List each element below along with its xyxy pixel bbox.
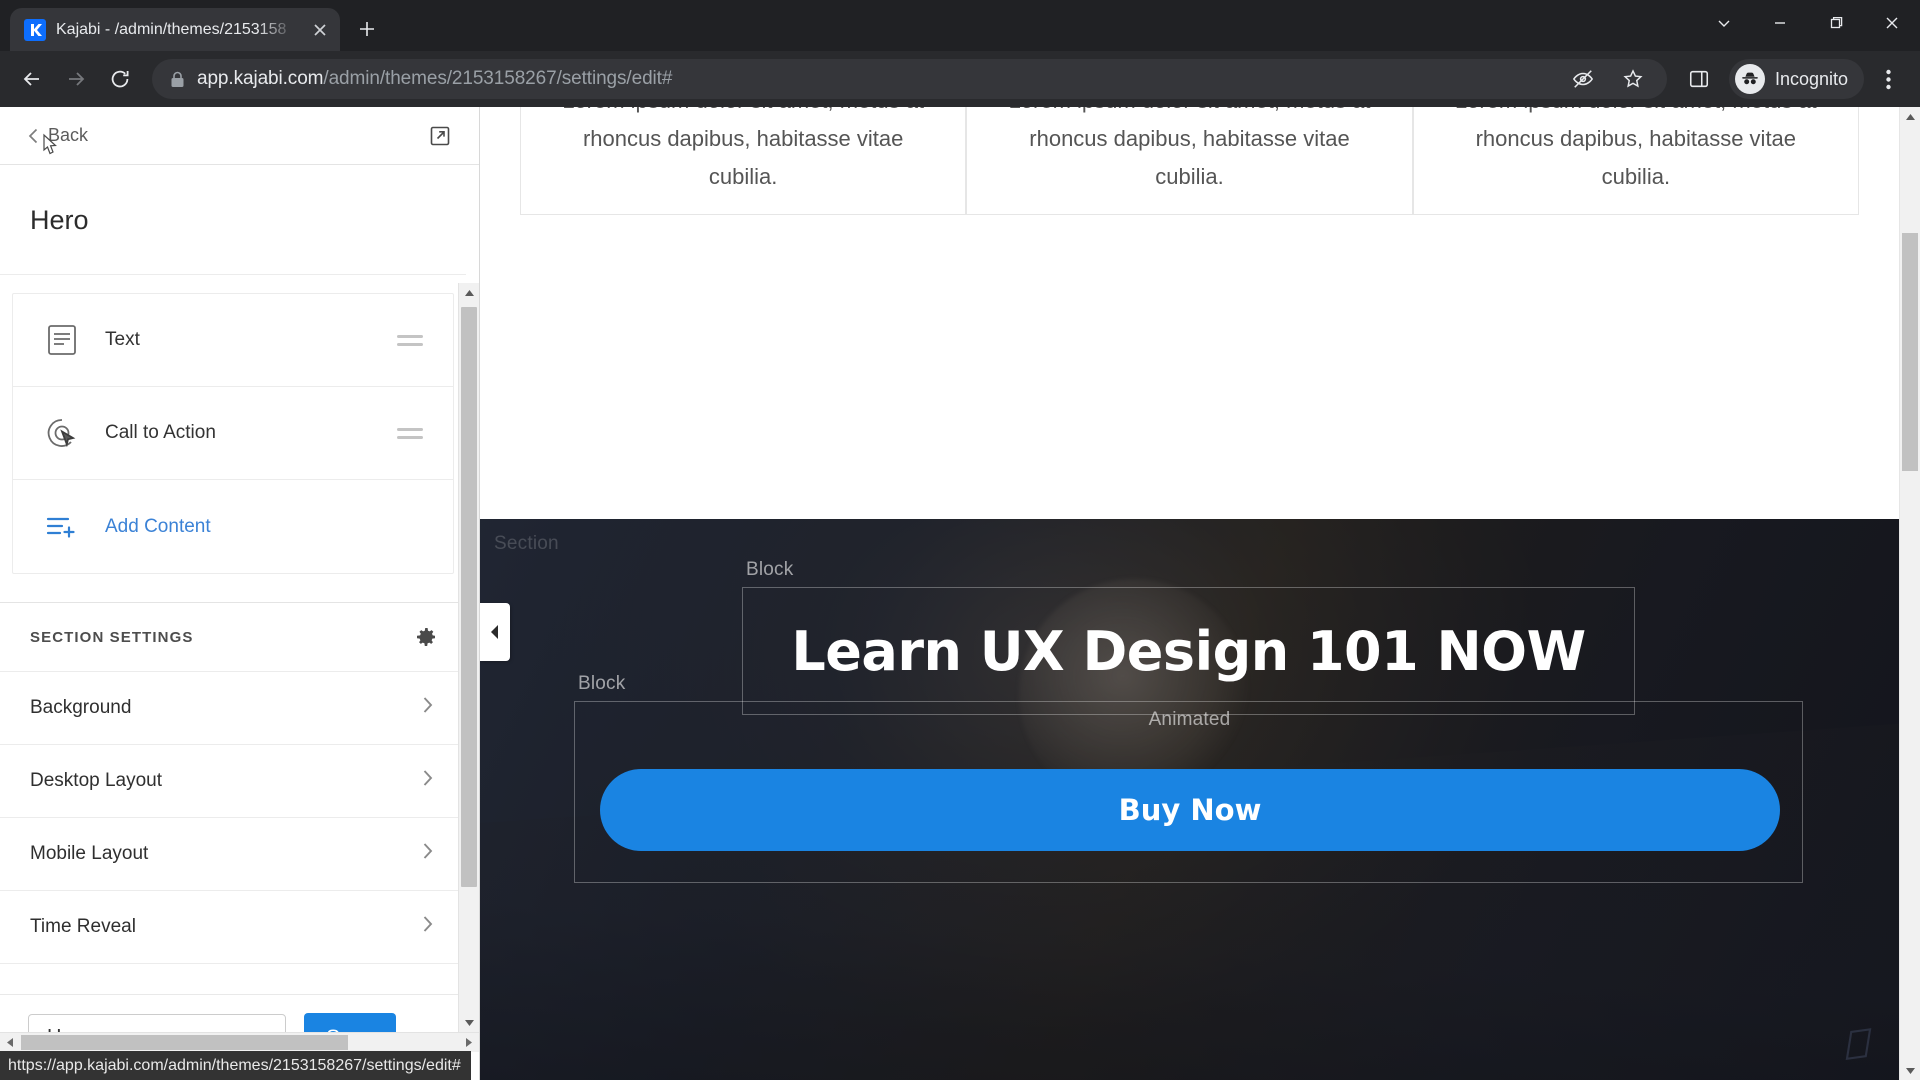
chevron-down-icon[interactable] <box>1696 0 1752 46</box>
theme-editor-panel: Back Hero Text Call to Action Add Conten… <box>0 107 480 1080</box>
lorem-card: Lorem ipsum dolor sit amet, metus at rho… <box>1412 107 1859 215</box>
hero-headline: Learn UX Design 101 NOW <box>791 619 1586 683</box>
scroll-up-arrow-icon[interactable] <box>1900 107 1920 126</box>
browser-window: Kajabi - /admin/themes/2153158 app.kajab… <box>0 0 1920 1080</box>
content-item-label: Call to Action <box>105 422 216 443</box>
reload-icon[interactable] <box>100 59 140 99</box>
section-settings-label: SECTION SETTINGS <box>30 628 194 646</box>
gear-icon[interactable] <box>414 625 438 649</box>
setting-row-mobile-layout[interactable]: Mobile Layout <box>0 818 466 891</box>
scroll-up-arrow-icon[interactable] <box>459 283 479 302</box>
external-link-icon[interactable] <box>429 125 451 147</box>
maximize-icon[interactable] <box>1808 0 1864 46</box>
hero-section[interactable]: Section Block Learn UX Design 101 NOW Bl… <box>480 519 1899 1080</box>
scrollbar-thumb[interactable] <box>21 1035 348 1050</box>
close-icon[interactable] <box>306 16 334 44</box>
chevron-right-icon <box>420 840 436 868</box>
cursor-click-icon <box>43 417 81 449</box>
lorem-card: Lorem ipsum dolor sit amet, metus at rho… <box>966 107 1413 215</box>
drag-handle-icon[interactable] <box>397 427 427 439</box>
scroll-down-arrow-icon[interactable] <box>459 1013 479 1032</box>
back-arrow-icon[interactable] <box>12 59 52 99</box>
url-path: /admin/themes/2153158267/settings/edit# <box>323 68 673 89</box>
preview-collapse-handle[interactable] <box>480 603 510 661</box>
section-settings-header: SECTION SETTINGS <box>0 602 466 672</box>
setting-label: Background <box>30 697 132 718</box>
scroll-left-arrow-icon[interactable] <box>0 1037 20 1048</box>
eye-slash-icon[interactable] <box>1563 59 1603 99</box>
setting-label: Desktop Layout <box>30 770 163 791</box>
lorem-text: Lorem ipsum dolor sit amet, metus at rho… <box>562 107 924 189</box>
add-content-button[interactable]: Add Content <box>13 480 453 573</box>
browser-tab[interactable]: Kajabi - /admin/themes/2153158 <box>10 8 340 51</box>
tab-title: Kajabi - /admin/themes/2153158 <box>56 20 287 38</box>
back-link[interactable]: Back <box>24 125 88 155</box>
url-domain: app.kajabi.com <box>197 68 324 89</box>
page-viewport: Back Hero Text Call to Action Add Conten… <box>0 107 1920 1080</box>
setting-row-desktop-layout[interactable]: Desktop Layout <box>0 745 466 818</box>
scroll-down-arrow-icon[interactable] <box>1900 1061 1920 1080</box>
chevron-right-icon <box>420 913 436 941</box>
side-panel-icon[interactable] <box>1679 59 1719 99</box>
window-controls <box>1696 0 1920 46</box>
preview-content: Lorem ipsum dolor sit amet, metus at rho… <box>480 107 1899 1080</box>
browser-toolbar: app.kajabi.com/admin/themes/2153158267/s… <box>0 51 1920 107</box>
chevron-right-icon <box>420 694 436 722</box>
editor-scroll-area: Hero Text Call to Action Add Content SEC… <box>0 165 479 994</box>
forward-arrow-icon <box>56 59 96 99</box>
editor-header: Back <box>0 107 479 165</box>
kajabi-logo-icon <box>24 18 46 41</box>
plus-icon[interactable] <box>350 12 384 46</box>
chevron-right-icon <box>420 767 436 795</box>
buy-now-button[interactable]: Buy Now <box>600 769 1780 851</box>
lorem-cards-row: Lorem ipsum dolor sit amet, metus at rho… <box>480 107 1899 215</box>
address-bar[interactable]: app.kajabi.com/admin/themes/2153158267/s… <box>152 59 1667 99</box>
content-item-text[interactable]: Text <box>13 294 453 387</box>
scrollbar-thumb[interactable] <box>461 307 477 887</box>
setting-label: Time Reveal <box>30 916 136 937</box>
editor-horizontal-scrollbar[interactable] <box>0 1032 479 1052</box>
profile-chip[interactable]: Incognito <box>1728 59 1864 99</box>
block-overlay-label: Block <box>746 559 794 580</box>
content-item-call-to-action[interactable]: Call to Action <box>13 387 453 480</box>
lock-icon <box>170 71 185 88</box>
lorem-card: Lorem ipsum dolor sit amet, metus at rho… <box>520 107 967 215</box>
setting-row-background[interactable]: Background <box>0 672 466 745</box>
url-text: app.kajabi.com/admin/themes/2153158267/s… <box>197 68 1551 90</box>
text-block-icon <box>43 324 81 356</box>
close-icon[interactable] <box>1864 0 1920 46</box>
kebab-menu-icon[interactable] <box>1868 59 1908 99</box>
block-overlay-label: Block <box>578 673 626 694</box>
lorem-text: Lorem ipsum dolor sit amet, metus at rho… <box>1455 107 1817 189</box>
tab-strip: Kajabi - /admin/themes/2153158 <box>0 0 1920 51</box>
drag-handle-icon[interactable] <box>397 334 427 346</box>
minimize-icon[interactable] <box>1752 0 1808 46</box>
content-blocks-card: Text Call to Action Add Content <box>12 293 454 574</box>
setting-row-time-reveal[interactable]: Time Reveal <box>0 891 466 964</box>
page-title: Hero <box>0 165 466 275</box>
editor-vertical-scrollbar[interactable] <box>458 283 479 1032</box>
incognito-hat-icon <box>1734 64 1765 94</box>
scrollbar-thumb[interactable] <box>1902 233 1918 471</box>
site-preview: Lorem ipsum dolor sit amet, metus at rho… <box>480 107 1920 1080</box>
pencil-icon[interactable] <box>1841 1027 1877 1066</box>
add-list-icon <box>43 514 81 540</box>
page-scrollbar[interactable] <box>1899 107 1920 1080</box>
star-icon[interactable] <box>1613 59 1653 99</box>
animated-overlay-label: Animated <box>1148 709 1231 730</box>
lorem-text: Lorem ipsum dolor sit amet, metus at rho… <box>1009 107 1371 189</box>
content-item-label: Text <box>105 329 140 350</box>
section-overlay-label: Section <box>494 533 559 554</box>
add-content-label: Add Content <box>105 515 211 537</box>
setting-label: Mobile Layout <box>30 843 149 864</box>
status-bar: https://app.kajabi.com/admin/themes/2153… <box>0 1051 471 1080</box>
scroll-right-arrow-icon[interactable] <box>459 1037 479 1048</box>
profile-label: Incognito <box>1774 68 1848 89</box>
